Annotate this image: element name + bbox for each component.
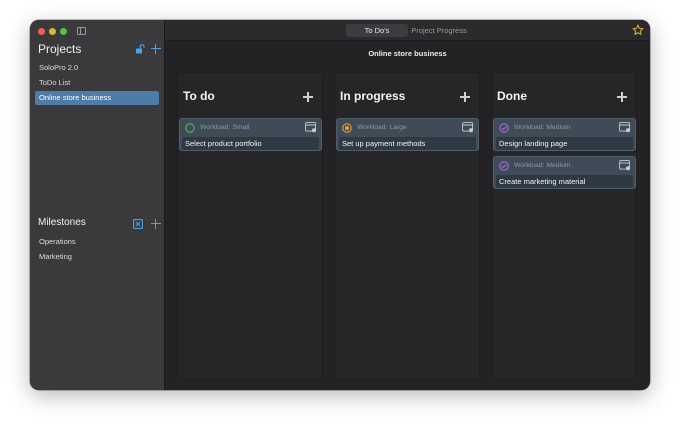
- minimize-window-button[interactable]: [49, 28, 56, 35]
- task-card[interactable]: Workload: Large Set up payment methods: [336, 118, 479, 151]
- task-card[interactable]: Workload: Small Select product portfolio: [179, 118, 322, 151]
- sidebar-item-solopro[interactable]: SoloPro 2.0: [35, 61, 159, 75]
- card-title: Create marketing material: [496, 175, 633, 188]
- tab-project-progress[interactable]: Project Progress: [408, 24, 470, 37]
- edit-card-icon[interactable]: [619, 160, 631, 171]
- add-card-button[interactable]: [303, 92, 313, 102]
- column-todo: To do Workload: Small Select product por…: [177, 72, 323, 380]
- sidebar-item-online-store[interactable]: Online store business: [35, 91, 159, 105]
- card-title: Design landing page: [496, 137, 633, 150]
- sidebar-item-todo-list[interactable]: ToDo List: [35, 76, 159, 90]
- check-circle-icon[interactable]: [499, 161, 509, 171]
- edit-card-icon[interactable]: [305, 122, 317, 133]
- edit-card-icon[interactable]: [462, 122, 474, 133]
- app-window: Projects SoloPro 2.0 ToDo List Online st…: [30, 20, 650, 390]
- titlebar: To Do's Project Progress: [165, 20, 650, 41]
- sidebar-item-marketing[interactable]: Marketing: [35, 250, 159, 264]
- status-circle-icon[interactable]: [342, 123, 352, 133]
- close-box-icon[interactable]: [133, 219, 143, 229]
- lock-open-icon[interactable]: [135, 44, 145, 54]
- column-title: Done: [497, 89, 527, 103]
- zoom-window-button[interactable]: [60, 28, 67, 35]
- edit-card-icon[interactable]: [619, 122, 631, 133]
- check-circle-icon[interactable]: [499, 123, 509, 133]
- add-card-button[interactable]: [617, 92, 627, 102]
- column-in-progress: In progress Workload: Large Set up payme…: [334, 72, 480, 380]
- close-window-button[interactable]: [38, 28, 45, 35]
- card-workload: Workload: Large: [357, 124, 407, 131]
- card-workload: Workload: Small: [200, 124, 250, 131]
- star-icon[interactable]: [632, 24, 644, 36]
- projects-title: Projects: [38, 42, 82, 56]
- column-title: To do: [183, 89, 215, 103]
- column-title: In progress: [340, 89, 406, 103]
- add-milestone-button[interactable]: [151, 219, 161, 229]
- sidebar-toggle-icon[interactable]: [77, 27, 86, 35]
- add-project-button[interactable]: [151, 44, 161, 54]
- add-card-button[interactable]: [460, 92, 470, 102]
- card-workload: Workload: Medium: [514, 162, 571, 169]
- task-card[interactable]: Workload: Medium Create marketing materi…: [493, 156, 636, 189]
- column-done: Done Workload: Medium Design landing pag…: [491, 72, 637, 380]
- board-title: Online store business: [368, 49, 447, 58]
- task-card[interactable]: Workload: Medium Design landing page: [493, 118, 636, 151]
- card-title: Set up payment methods: [339, 137, 476, 150]
- card-title: Select product portfolio: [182, 137, 319, 150]
- tab-todos[interactable]: To Do's: [346, 24, 408, 37]
- milestones-title: Milestones: [38, 217, 86, 228]
- status-circle-icon[interactable]: [185, 123, 195, 133]
- sidebar: Projects SoloPro 2.0 ToDo List Online st…: [30, 20, 165, 390]
- sidebar-item-operations[interactable]: Operations: [35, 235, 159, 249]
- card-workload: Workload: Medium: [514, 124, 571, 131]
